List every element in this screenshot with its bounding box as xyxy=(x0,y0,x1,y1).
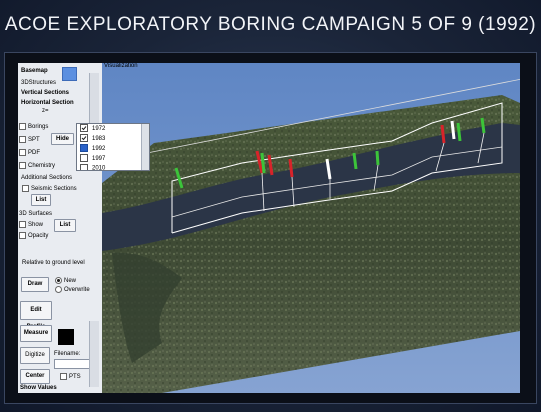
year-item-1972[interactable]: 1972 xyxy=(77,124,149,134)
filename-input[interactable] xyxy=(54,359,90,369)
year-item-2010[interactable]: 2010 xyxy=(77,164,149,170)
year-item-1992[interactable]: 1992 xyxy=(77,144,149,154)
pts-option[interactable]: PTS xyxy=(60,373,81,380)
relative-ground-label: Relative to ground level xyxy=(22,260,85,266)
spt-option[interactable]: SPT xyxy=(19,136,40,143)
pdf-checkbox[interactable] xyxy=(19,149,26,156)
chemistry-option[interactable]: Chemistry xyxy=(19,162,55,169)
spt-label: SPT xyxy=(28,137,40,144)
seismic-sections-label: Seismic Sections xyxy=(31,186,77,193)
vertical-sections-label[interactable]: Vertical Sections xyxy=(21,90,69,96)
hide-button[interactable]: Hide xyxy=(51,133,74,145)
year-list[interactable]: 1972 1983 1992 1997 2010 xyxy=(76,123,150,171)
overwrite-radio-label: Overwrite xyxy=(64,287,90,294)
boring-5[interactable] xyxy=(288,158,294,178)
slide-title: ACOE EXPLORATORY BORING CAMPAIGN 5 OF 9 … xyxy=(4,14,537,35)
year-1997-checkbox[interactable] xyxy=(80,154,88,163)
new-radio-label: New xyxy=(64,278,77,285)
year-1992-label: 1992 xyxy=(92,146,106,152)
new-radio-option[interactable]: New xyxy=(55,277,76,284)
aerial-terrain-render xyxy=(102,63,520,393)
control-panel: Basemap 3DStructures Vertical Sections H… xyxy=(18,63,103,393)
year-1983-checkbox[interactable] xyxy=(80,134,88,143)
year-2010-checkbox[interactable] xyxy=(80,164,88,170)
year-item-1997[interactable]: 1997 xyxy=(77,154,149,164)
seismic-list-button[interactable]: List xyxy=(31,194,51,206)
chemistry-checkbox[interactable] xyxy=(19,162,26,169)
borings-option[interactable]: Borings xyxy=(19,123,48,130)
opacity-option[interactable]: Opacity xyxy=(19,232,48,239)
pdf-label: PDF xyxy=(28,150,40,157)
boring-11[interactable] xyxy=(456,122,462,142)
center-button[interactable]: Center xyxy=(20,369,50,384)
year-1972-label: 1972 xyxy=(92,126,106,132)
overwrite-radio-option[interactable]: Overwrite xyxy=(55,286,90,293)
horizontal-section-label[interactable]: Horizontal Section xyxy=(21,100,74,106)
measure-button[interactable]: Measure xyxy=(20,325,52,342)
opacity-checkbox[interactable] xyxy=(19,232,26,239)
seismic-sections-option[interactable]: Seismic Sections xyxy=(22,185,77,192)
year-1992-checkbox[interactable] xyxy=(80,144,88,153)
boring-10[interactable] xyxy=(450,120,456,140)
new-radio[interactable] xyxy=(55,277,62,284)
year-1972-checkbox[interactable] xyxy=(80,124,88,133)
basemap-label: Basemap xyxy=(21,68,48,74)
opacity-label: Opacity xyxy=(28,233,49,240)
viewport-title: Visualization xyxy=(104,63,138,69)
year-1983-label: 1983 xyxy=(92,136,106,142)
3d-viewport[interactable]: Visualization xyxy=(102,63,520,393)
additional-sections-label: Additional Sections xyxy=(21,175,73,181)
measure-color-swatch[interactable] xyxy=(58,329,74,345)
chemistry-label: Chemistry xyxy=(28,163,56,170)
digitize-button[interactable]: Digitize xyxy=(20,347,50,364)
show-surfaces-option[interactable]: Show xyxy=(19,221,43,228)
boring-12[interactable] xyxy=(480,117,486,134)
surfaces-list-button[interactable]: List xyxy=(54,219,76,232)
show-values-label[interactable]: Show Values xyxy=(20,385,57,391)
show-surfaces-label: Show xyxy=(28,222,44,229)
borings-checkbox[interactable] xyxy=(19,123,26,130)
pts-checkbox[interactable] xyxy=(60,373,67,380)
year-item-1983[interactable]: 1983 xyxy=(77,134,149,144)
application-window: Basemap 3DStructures Vertical Sections H… xyxy=(4,52,537,404)
z-label: z= xyxy=(42,108,49,114)
seismic-sections-checkbox[interactable] xyxy=(22,185,29,192)
basemap-color-swatch[interactable] xyxy=(62,67,77,81)
spt-checkbox[interactable] xyxy=(19,136,26,143)
pts-label: PTS xyxy=(69,374,81,381)
year-list-scrollbar[interactable] xyxy=(141,124,149,170)
panel-scrollbar-bottom[interactable] xyxy=(89,321,99,387)
show-surfaces-checkbox[interactable] xyxy=(19,221,26,228)
boring-3[interactable] xyxy=(260,152,266,174)
overwrite-radio[interactable] xyxy=(55,286,62,293)
filename-label: Filename: xyxy=(54,351,81,357)
structures3d-label: 3DStructures xyxy=(21,80,57,86)
pdf-option[interactable]: PDF xyxy=(19,149,40,156)
draw-button[interactable]: Draw xyxy=(21,277,49,292)
surfaces-3d-label: 3D Surfaces xyxy=(19,211,53,217)
boring-9[interactable] xyxy=(440,124,446,144)
boring-7[interactable] xyxy=(352,152,358,170)
edit-profile-button[interactable]: Edit Profile xyxy=(20,301,52,330)
borings-label: Borings xyxy=(28,124,49,131)
boring-8[interactable] xyxy=(375,150,380,166)
year-1997-label: 1997 xyxy=(92,156,106,162)
year-2010-label: 2010 xyxy=(92,165,106,170)
